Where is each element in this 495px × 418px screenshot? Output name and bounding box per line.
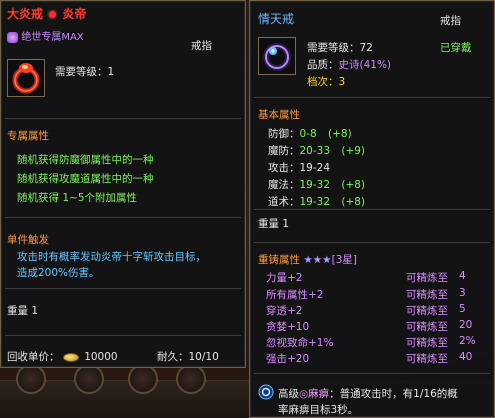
durability: 耐久：10/10 (157, 351, 219, 363)
base-stat-row: 攻击：19-24 (268, 162, 331, 174)
divider (254, 209, 490, 210)
divider (5, 335, 241, 336)
refine-stat-label: 强击+20 (266, 353, 310, 365)
required-level: 需要等级：72 (307, 42, 373, 54)
item-title: 大炎戒 炎帝 (7, 7, 87, 21)
refine-stat-label: 穿透+2 (266, 305, 303, 317)
refine-stat-max: 5 (459, 303, 466, 315)
base-stat-row: 魔防：20-33 (+9) (268, 145, 366, 157)
item-type: 戒指 (440, 15, 461, 27)
refine-stat-label: 力量+2 (266, 272, 303, 284)
base-stat-row: 防御：0-8 (+8) (268, 128, 352, 140)
hotbar-slot[interactable] (74, 364, 104, 394)
section-trigger-header: 单件触发 (7, 234, 49, 246)
refine-stat-label: 所有属性+2 (266, 289, 324, 301)
gem-icon (49, 11, 57, 18)
paralysis-skill-icon (258, 384, 274, 400)
trigger-line: 攻击时有概率发动炎帝十字斩攻击目标， (17, 251, 206, 263)
section-exclusive-header: 专属属性 (7, 130, 49, 142)
exclusive-badge: 绝世专属MAX (7, 28, 84, 43)
skill-line-1: 高级◎麻痹：普通攻击时，有1/16的概 (278, 388, 458, 400)
refine-stat-status: 可精炼至 (406, 289, 448, 301)
refine-stat-status: 可精炼至 (406, 272, 448, 284)
hotbar-slot[interactable] (176, 364, 206, 394)
trigger-line: 造成200%伤害。 (17, 267, 100, 279)
item-title: 情天戒 (258, 12, 295, 26)
exclusive-line: 随机获得 1~5个附加属性 (17, 192, 137, 204)
refine-stat-max: 20 (459, 319, 473, 331)
refine-stat-max: 2% (459, 335, 476, 347)
divider (5, 118, 241, 119)
exclusive-line: 随机获得防魔御属性中的一种 (17, 154, 154, 166)
divider (254, 242, 490, 243)
gold-coin-icon (62, 352, 79, 362)
divider (254, 97, 490, 98)
refine-stat-max: 4 (459, 270, 466, 282)
section-refine-header: 重铸属性 ★★★[3星] (258, 254, 357, 266)
exclusive-line: 随机获得攻魔道属性中的一种 (17, 173, 154, 185)
refine-stat-status: 可精炼至 (406, 321, 448, 333)
refine-stat-max: 3 (459, 287, 466, 299)
equipped-status: 已穿戴 (440, 42, 472, 54)
hotbar-slot[interactable] (16, 364, 46, 394)
base-stat-row: 道术：19-32 (+8) (268, 196, 366, 208)
hotbar-slot[interactable] (128, 364, 158, 394)
divider (5, 288, 241, 289)
item-tooltip-left: 大炎戒 炎帝 绝世专属MAX 戒指 需要等级：1 专属属性 随机获得防魔御属性中… (0, 0, 246, 368)
item-type: 戒指 (191, 40, 212, 52)
weight: 重量 1 (258, 218, 290, 230)
weight: 重量 1 (7, 305, 39, 317)
required-level: 需要等级：1 (55, 66, 115, 78)
divider (254, 373, 490, 374)
exclusive-icon (7, 31, 18, 43)
divider (5, 217, 241, 218)
recycle-price: 回收单价： 10000 (7, 351, 118, 363)
base-stat-row: 魔法：19-32 (+8) (268, 179, 366, 191)
section-base-header: 基本属性 (258, 109, 300, 121)
refine-stat-label: 忽视致命+1% (266, 337, 334, 349)
refine-stars: ★★★ (303, 254, 332, 266)
ring-item-icon (7, 59, 45, 97)
ring-item-icon (258, 37, 296, 75)
refine-stat-status: 可精炼至 (406, 337, 448, 349)
item-tooltip-right: 情天戒 戒指 需要等级：72 已穿戴 品质：史诗(41%) 档次：3 基本属性 … (249, 0, 495, 418)
grade: 档次：3 (307, 76, 346, 88)
skill-line-2: 率麻痹目标3秒。 (278, 404, 359, 416)
refine-stat-status: 可精炼至 (406, 353, 448, 365)
refine-stat-max: 40 (459, 351, 473, 363)
refine-stat-label: 贪婪+10 (266, 321, 310, 333)
refine-stat-status: 可精炼至 (406, 305, 448, 317)
quality: 品质：史诗(41%) (307, 59, 392, 71)
